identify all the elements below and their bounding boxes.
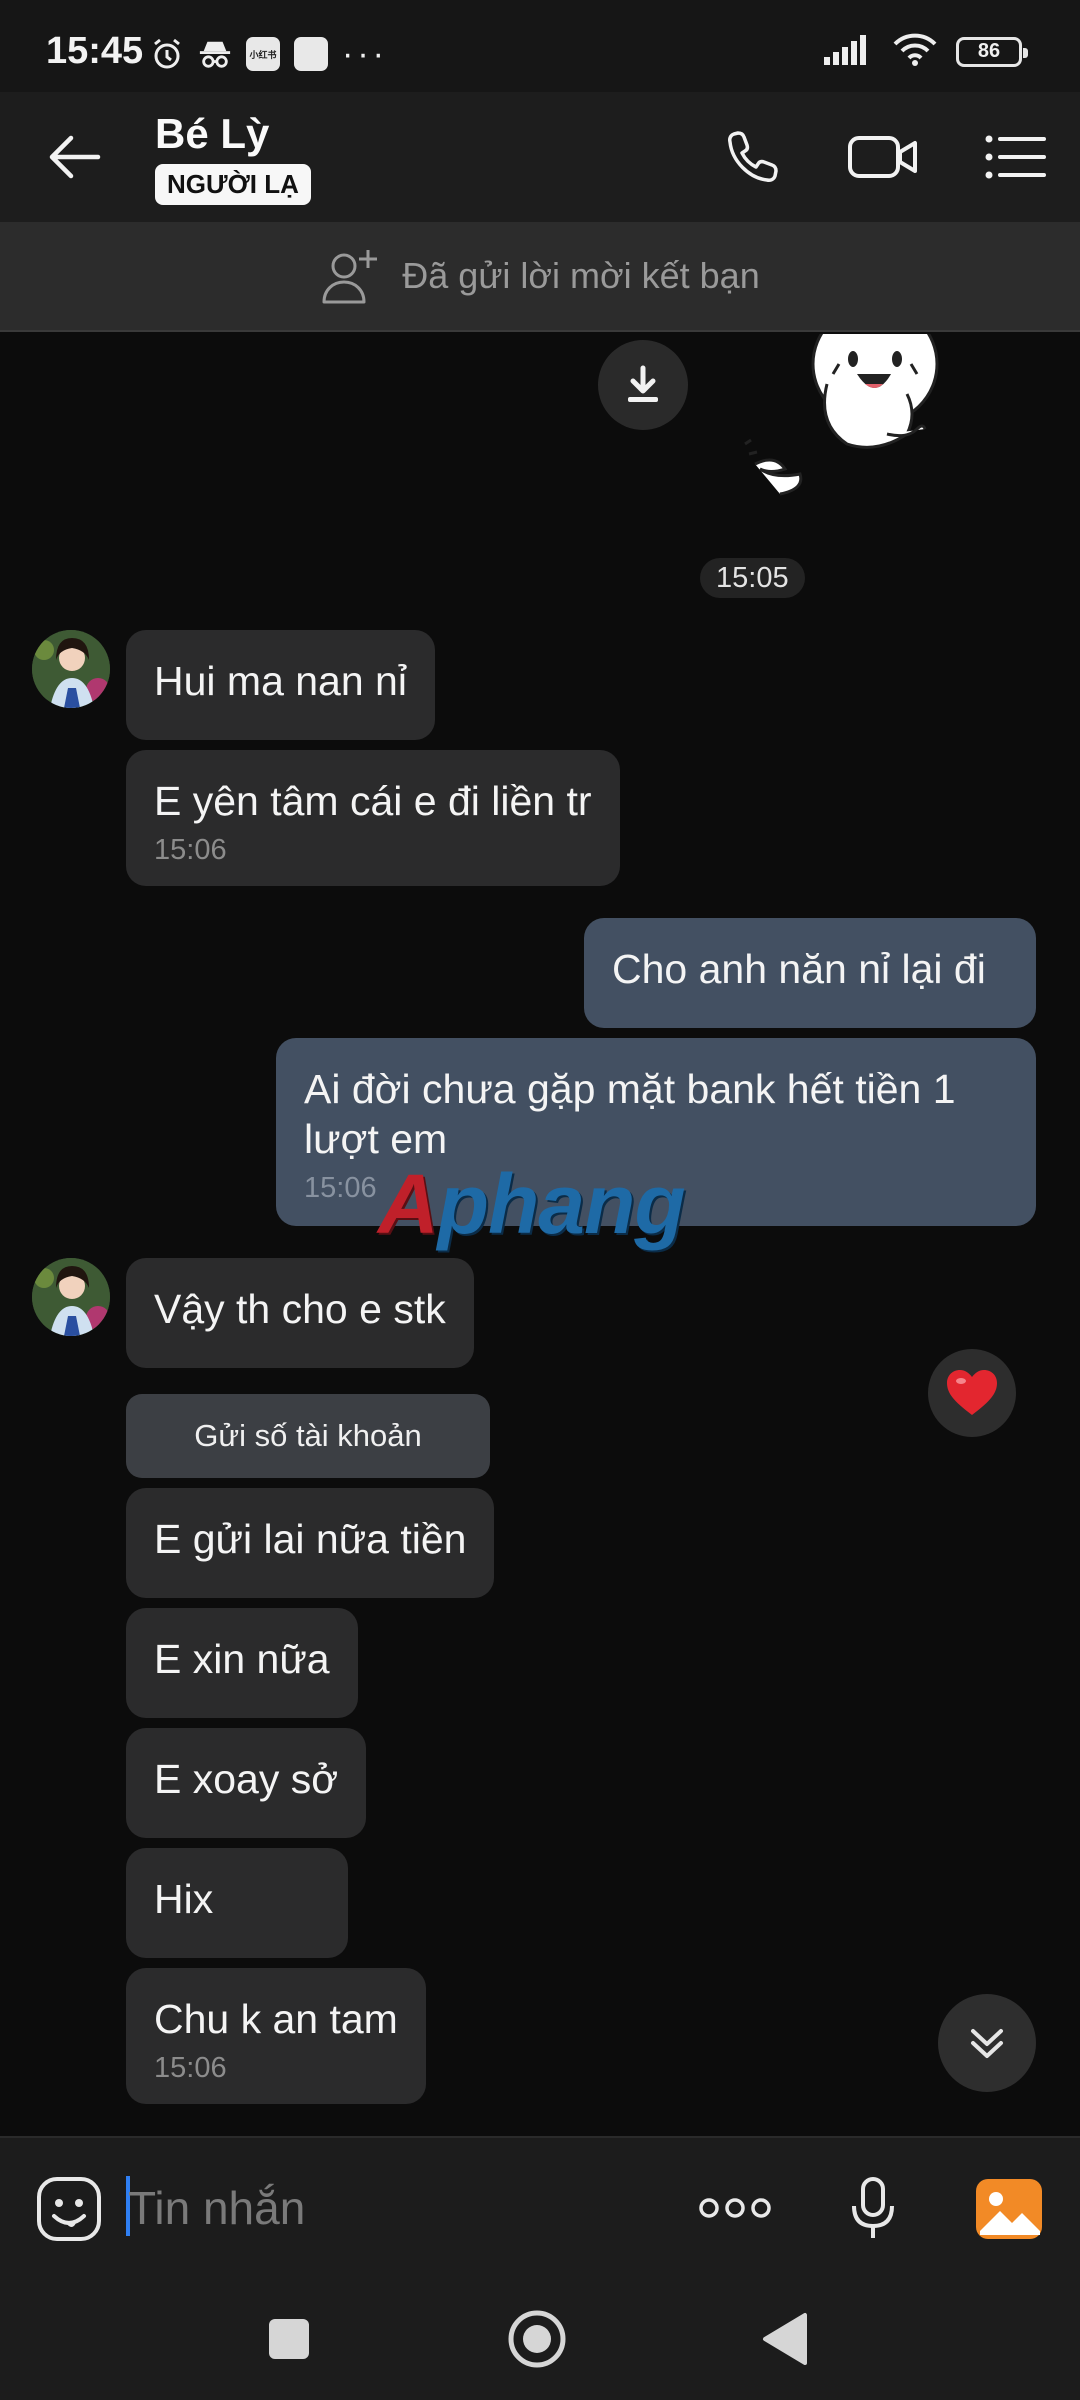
scroll-to-bottom-button[interactable] <box>938 1994 1036 2092</box>
message-bubble-incoming[interactable]: Vậy th cho e stk <box>126 1258 474 1368</box>
status-time: 15:45 <box>46 30 144 72</box>
video-camera-icon <box>848 136 917 178</box>
message-text: Hix <box>154 1876 214 1922</box>
message-text: Hui ma nan nỉ <box>154 658 407 704</box>
triangle-back-icon <box>763 2313 807 2365</box>
menu-list-icon <box>985 135 1046 179</box>
message-bubble-incoming[interactable]: E gửi lai nữa tiền <box>126 1488 495 1598</box>
recents-button[interactable] <box>252 2302 326 2376</box>
battery-icon: 86 <box>956 36 1028 67</box>
message-time: 15:06 <box>154 834 227 866</box>
message-bubble-incoming[interactable]: E xoay sở <box>126 1728 367 1838</box>
back-nav-button[interactable] <box>748 2302 822 2376</box>
more-dots-icon <box>699 2198 771 2218</box>
app-icon: 小红书 <box>246 37 280 71</box>
message-text: Chu k an tam <box>154 1996 398 2042</box>
timestamp-pill: 15:05 <box>700 558 805 598</box>
friend-request-banner: Đã gửi lời mời kết bạn <box>0 222 1080 332</box>
circle-icon <box>508 2310 566 2368</box>
back-button[interactable] <box>40 122 110 192</box>
menu-button[interactable] <box>978 122 1052 192</box>
message-text: Ai đời chưa gặp mặt bank hết tiền 1 lượt… <box>304 1066 956 1162</box>
message-time: 15:06 <box>154 2052 227 2084</box>
voice-call-button[interactable] <box>716 122 790 192</box>
wifi-icon <box>892 32 938 71</box>
send-account-number-button[interactable]: Gửi số tài khoản <box>126 1394 490 1478</box>
message-text: E yên tâm cái e đi liền tr <box>154 778 592 824</box>
status-bar: 15:45 小红书 ··· 86 <box>0 0 1080 92</box>
back-arrow-icon <box>49 135 101 179</box>
download-button[interactable] <box>598 340 688 430</box>
emoji-button[interactable] <box>34 2174 104 2244</box>
home-button[interactable] <box>500 2302 574 2376</box>
status-left-icons: 小红书 ··· <box>150 34 388 74</box>
message-list[interactable]: 15:05 Hui ma nan nỉ E yên tâm cái e đi l… <box>0 334 1080 2134</box>
phone-icon <box>728 131 778 182</box>
message-bubble-incoming[interactable]: E yên tâm cái e đi liền tr 15:06 <box>126 750 620 886</box>
reaction-button[interactable] <box>928 1349 1016 1437</box>
system-nav-bar <box>0 2276 1080 2400</box>
add-friend-icon <box>322 250 378 304</box>
status-right-icons: 86 <box>824 32 1028 71</box>
send-image-button[interactable] <box>972 2172 1046 2246</box>
contact-name[interactable]: Bé Lỳ <box>155 110 269 158</box>
heart-icon <box>947 1370 997 1415</box>
ghost-sticker[interactable] <box>735 334 975 524</box>
message-bubble-incoming[interactable]: Chu k an tam 15:06 <box>126 1968 426 2104</box>
watermark-logo: Aphang <box>378 1157 686 1251</box>
stranger-badge: NGƯỜI LẠ <box>155 164 311 205</box>
app-icon-blank <box>294 37 328 71</box>
message-bubble-incoming[interactable]: Hix <box>126 1848 348 1958</box>
square-icon <box>269 2319 309 2359</box>
double-chevron-down-icon <box>971 2029 1003 2058</box>
message-text: Vậy th cho e stk <box>154 1286 446 1332</box>
message-bubble-outgoing[interactable]: Cho anh năn nỉ lại đi <box>584 918 1036 1028</box>
alarm-icon <box>150 37 184 71</box>
message-text: Cho anh năn nỉ lại đi <box>612 946 986 992</box>
voice-message-button[interactable] <box>836 2172 910 2246</box>
message-input[interactable] <box>128 2176 648 2240</box>
dots-icon: ··· <box>342 35 388 73</box>
image-icon <box>976 2179 1042 2239</box>
microphone-icon <box>852 2177 894 2238</box>
emoji-icon <box>37 2177 101 2241</box>
message-text: E gửi lai nữa tiền <box>154 1516 467 1562</box>
friend-request-text: Đã gửi lời mời kết bạn <box>402 255 760 296</box>
download-icon <box>628 365 658 402</box>
avatar[interactable] <box>32 1258 110 1336</box>
chat-header: Bé Lỳ NGƯỜI LẠ <box>0 92 1080 222</box>
message-bubble-incoming[interactable]: E xin nữa <box>126 1608 358 1718</box>
message-text: E xin nữa <box>154 1636 330 1682</box>
more-options-button[interactable] <box>690 2178 780 2238</box>
avatar[interactable] <box>32 630 110 708</box>
message-composer <box>0 2136 1080 2276</box>
message-text: E xoay sở <box>154 1756 339 1802</box>
video-call-button[interactable] <box>846 122 920 192</box>
message-bubble-incoming[interactable]: Hui ma nan nỉ <box>126 630 435 740</box>
signal-icon <box>824 33 874 70</box>
incognito-icon <box>198 37 232 71</box>
